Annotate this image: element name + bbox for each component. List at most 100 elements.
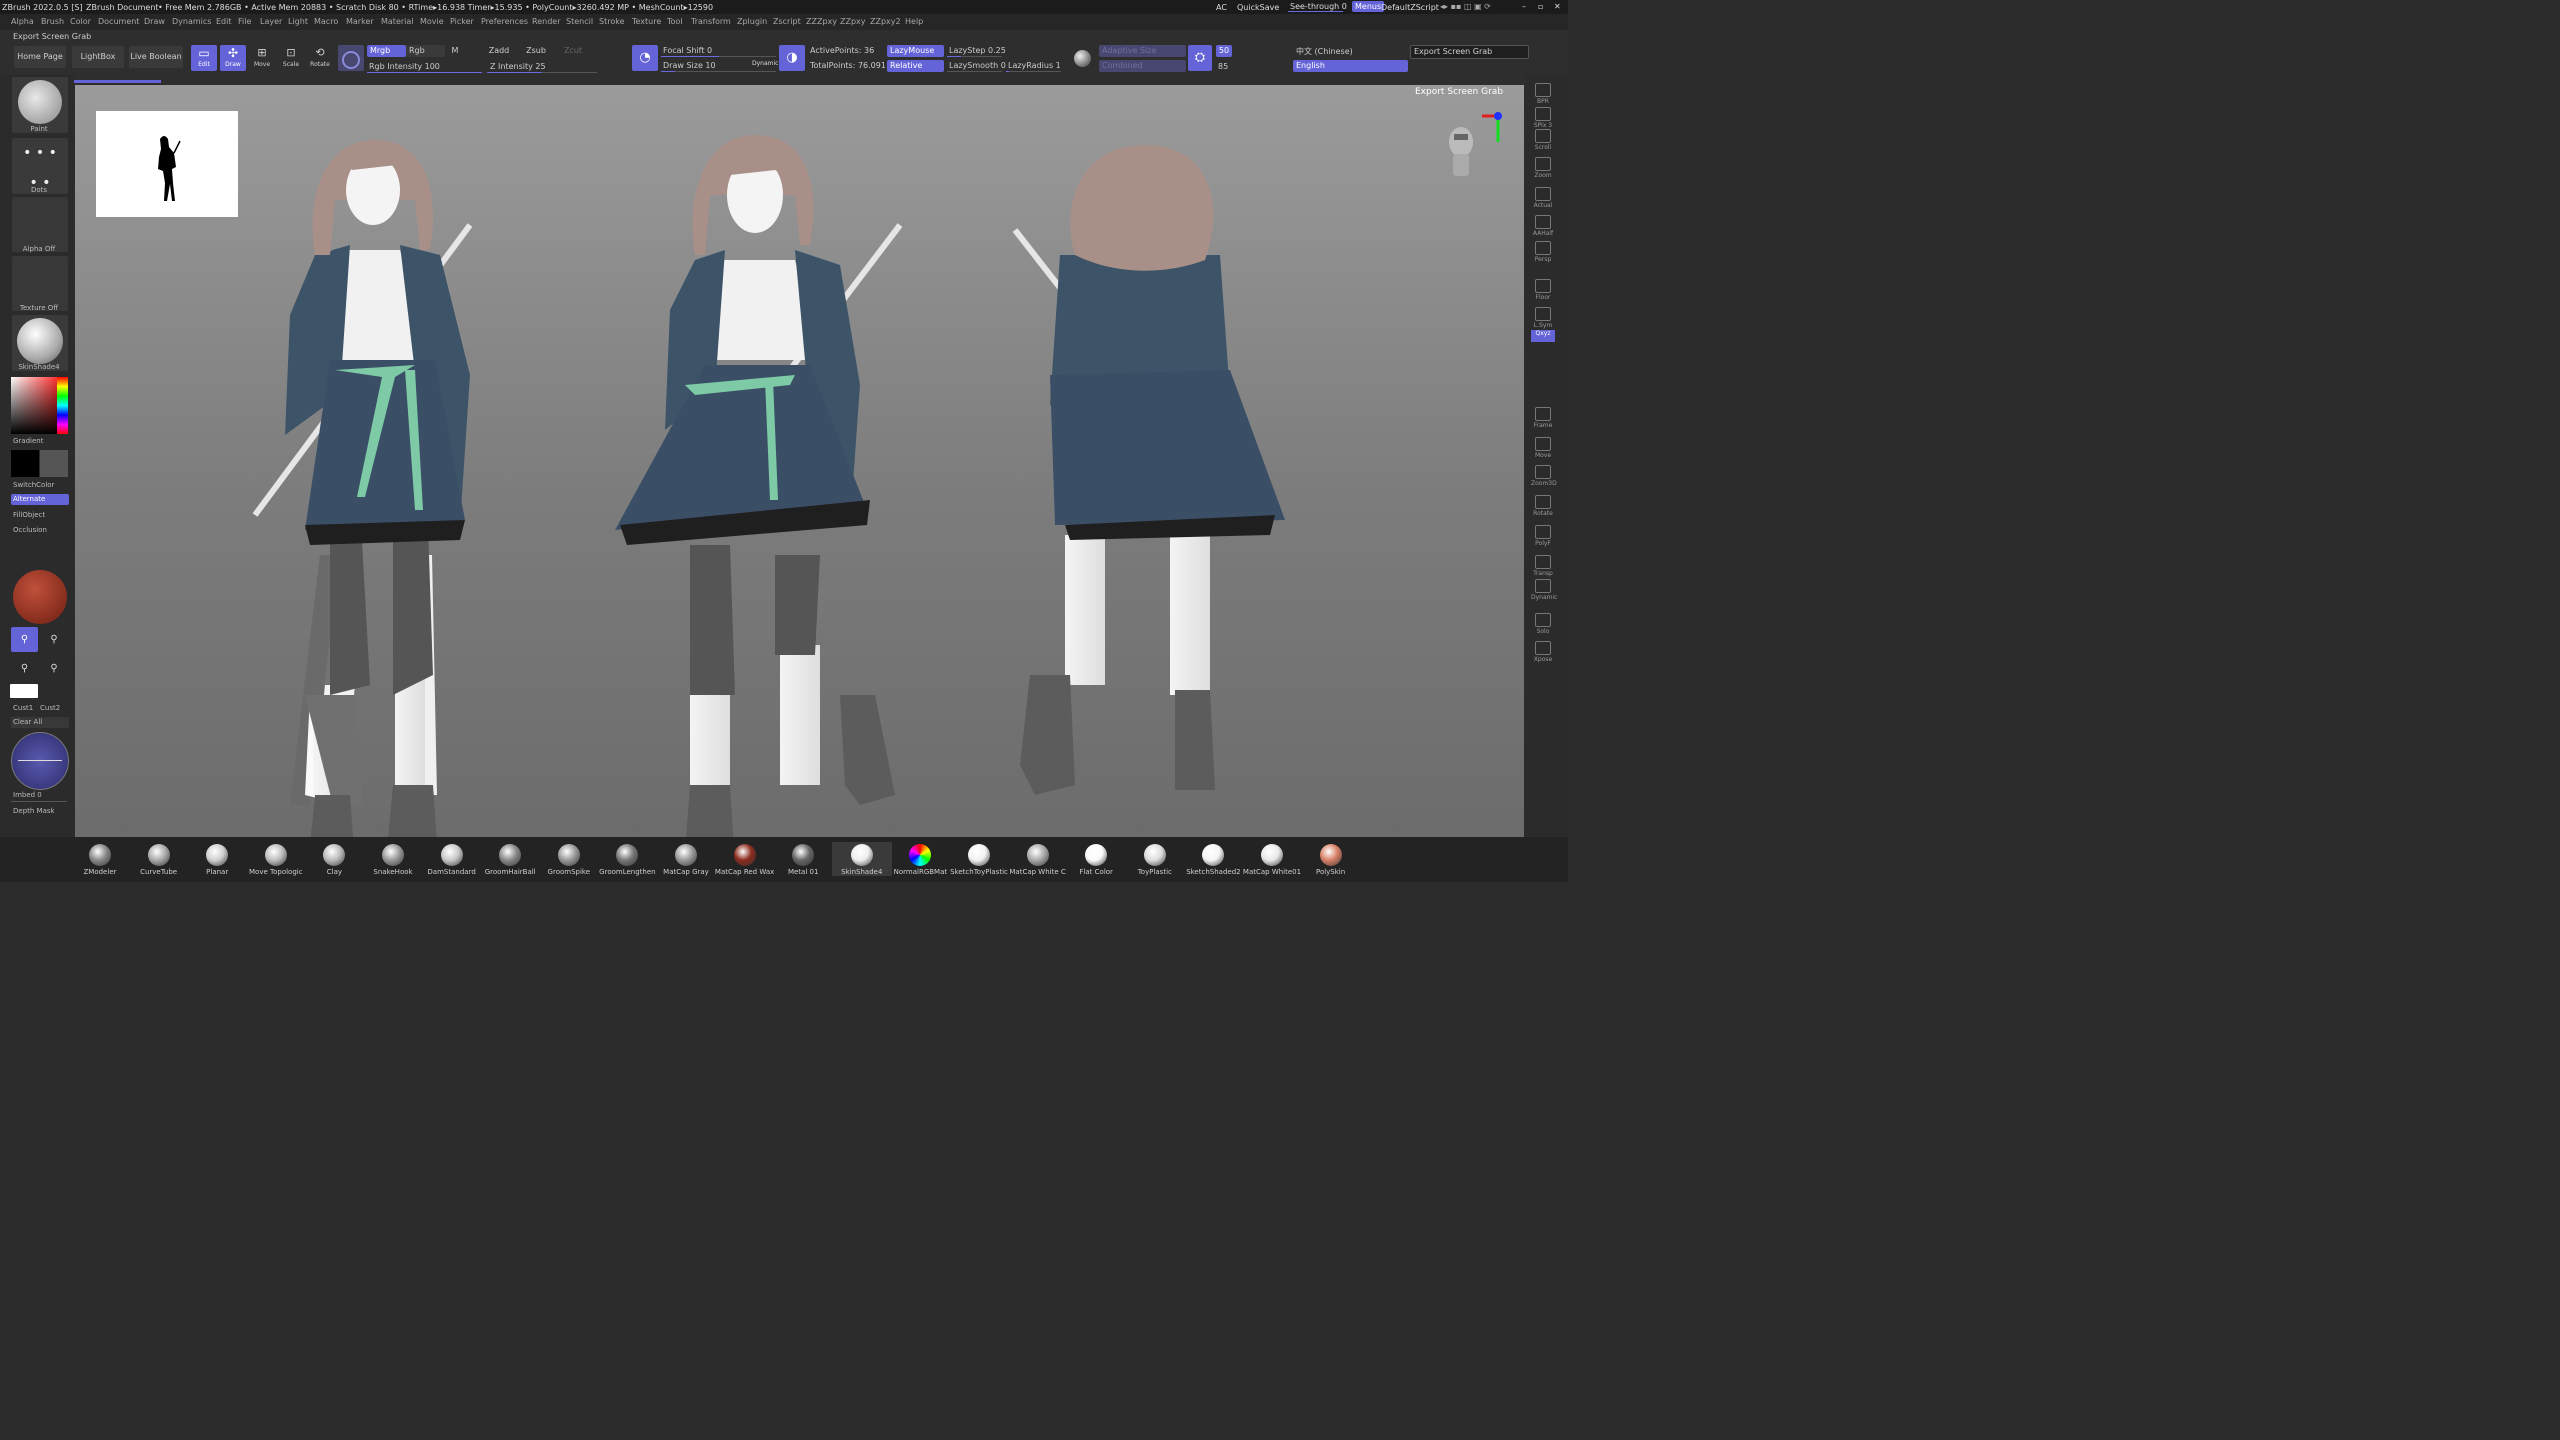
see-through-slider[interactable]: See-through 0: [1290, 2, 1347, 11]
menu-preferences[interactable]: Preferences: [481, 17, 528, 26]
shelf-item-sketchshaded2[interactable]: SketchShaded2: [1183, 842, 1243, 876]
light-bulb-icon[interactable]: ⚲: [42, 656, 66, 681]
menu-document[interactable]: Document: [98, 17, 139, 26]
menu-texture[interactable]: Texture: [632, 17, 661, 26]
edit-button[interactable]: ▭ Edit: [191, 45, 217, 71]
rightshelf-aahalf[interactable]: AAHalf: [1531, 214, 1555, 240]
language-chinese[interactable]: 中文 (Chinese): [1296, 46, 1353, 57]
material-color-icon[interactable]: [338, 45, 364, 71]
menu-help[interactable]: Help: [905, 17, 923, 26]
menu-zzpxy2[interactable]: ZZpxy2: [870, 17, 901, 26]
draw-size-slider[interactable]: Draw Size 10: [663, 61, 716, 70]
light-color-swatch[interactable]: [10, 684, 38, 698]
shelf-item-move-topologic[interactable]: Move Topologic: [246, 842, 306, 876]
lazyradius-slider[interactable]: LazyRadius 1: [1008, 61, 1061, 70]
shelf-item-groomspike[interactable]: GroomSpike: [539, 842, 599, 876]
menu-macro[interactable]: Macro: [314, 17, 338, 26]
draw-button[interactable]: ✣ Draw: [220, 45, 246, 71]
rightshelf-zoom3d[interactable]: Zoom3D: [1531, 464, 1557, 490]
menu-zscript[interactable]: Zscript: [773, 17, 801, 26]
value-50[interactable]: 50: [1216, 45, 1232, 57]
transpose-icon[interactable]: ◑: [779, 45, 805, 71]
menu-light[interactable]: Light: [288, 17, 308, 26]
adaptive-size-button[interactable]: Adaptive Size: [1099, 45, 1186, 57]
shelf-item-matcap-white-c[interactable]: MatCap White C: [1008, 842, 1068, 876]
lazymouse-button[interactable]: LazyMouse: [887, 45, 944, 57]
light-sphere[interactable]: [13, 570, 67, 624]
fillobject-button[interactable]: FillObject: [13, 511, 71, 519]
menu-marker[interactable]: Marker: [346, 17, 374, 26]
menu-file[interactable]: File: [238, 17, 251, 26]
rightshelf-persp[interactable]: Persp: [1531, 240, 1555, 266]
shelf-item-skinshade4[interactable]: SkinShade4: [831, 842, 892, 876]
zadd-button[interactable]: Zadd: [484, 45, 514, 57]
rightshelf-rotate[interactable]: Rotate: [1531, 494, 1555, 520]
shelf-item-matcap-red-wax[interactable]: MatCap Red Wax: [715, 842, 775, 876]
dynamic-button[interactable]: Dynamic: [752, 60, 778, 67]
shelf-item-planar[interactable]: Planar: [187, 842, 247, 876]
menu-layer[interactable]: Layer: [260, 17, 282, 26]
move-button[interactable]: ⊞ Move: [250, 45, 274, 71]
minimize-icon[interactable]: –: [1522, 2, 1526, 11]
depth-mask-button[interactable]: Depth Mask: [13, 807, 71, 815]
menu-color[interactable]: Color: [70, 17, 91, 26]
export-screen-grab-button[interactable]: Export Screen Grab: [1410, 45, 1529, 59]
rgb-intensity-slider[interactable]: Rgb Intensity 100: [369, 62, 440, 71]
rightshelf-l-sym[interactable]: L.Sym: [1531, 306, 1555, 332]
combined-button[interactable]: Combined: [1099, 60, 1186, 72]
rightshelf-xpose[interactable]: Xpose: [1531, 640, 1555, 666]
menu-transform[interactable]: Transform: [691, 17, 731, 26]
shelf-item-normalrgbmat[interactable]: NormalRGBMat: [890, 842, 950, 876]
scale-button[interactable]: ⊡ Scale: [279, 45, 303, 71]
lightbox-button[interactable]: LightBox: [72, 46, 124, 68]
shelf-item-polyskin[interactable]: PolySkin: [1301, 842, 1361, 876]
alternate-button[interactable]: Alternate: [11, 494, 69, 505]
default-zscript-button[interactable]: DefaultZScript: [1381, 3, 1439, 12]
rightshelf-dynamic[interactable]: Dynamic: [1531, 578, 1557, 604]
shelf-item-zmodeler[interactable]: ZModeler: [70, 842, 130, 876]
z-intensity-slider[interactable]: Z Intensity 25: [490, 62, 546, 71]
menu-zplugin[interactable]: Zplugin: [737, 17, 767, 26]
shelf-item-groomlengthen[interactable]: GroomLengthen: [597, 842, 657, 876]
menu-material[interactable]: Material: [381, 17, 414, 26]
shelf-item-sketchtoyplastic[interactable]: SketchToyPlastic: [949, 842, 1009, 876]
zsub-button[interactable]: Zsub: [521, 45, 551, 57]
shelf-item-damstandard[interactable]: DamStandard: [422, 842, 482, 876]
menu-tool[interactable]: Tool: [667, 17, 683, 26]
occlusion-button[interactable]: Occlusion: [13, 526, 71, 534]
window-icons[interactable]: ◂▸ ▪▪ ◫ ▣ ⟳: [1440, 2, 1491, 11]
imbed-slider[interactable]: Imbed 0: [13, 791, 71, 799]
relative-button[interactable]: Relative: [887, 60, 944, 72]
main-color-swatch[interactable]: [11, 450, 39, 477]
m-button[interactable]: M: [445, 45, 465, 57]
switchcolor-button[interactable]: SwitchColor: [13, 481, 71, 489]
rightshelf-actual[interactable]: Actual: [1531, 186, 1555, 212]
shelf-item-clay[interactable]: Clay: [304, 842, 364, 876]
focal-shift-slider[interactable]: Focal Shift 0: [663, 46, 712, 55]
menu-alpha[interactable]: Alpha: [11, 17, 34, 26]
light-bulb-icon[interactable]: ⚲: [42, 627, 66, 652]
rightshelf-scroll[interactable]: Scroll: [1531, 128, 1555, 154]
menus-toggle[interactable]: Menus: [1352, 1, 1385, 12]
rightshelf-qxyz[interactable]: Qxyz: [1531, 330, 1555, 342]
menu-render[interactable]: Render: [532, 17, 560, 26]
menu-stencil[interactable]: Stencil: [566, 17, 593, 26]
rightshelf-zoom[interactable]: Zoom: [1531, 156, 1555, 182]
shelf-item-groomhairball[interactable]: GroomHairBall: [480, 842, 540, 876]
texture-slot[interactable]: [12, 256, 68, 311]
live-boolean-button[interactable]: Live Boolean: [129, 46, 183, 68]
shelf-item-matcap-white01[interactable]: MatCap White01: [1242, 842, 1302, 876]
maximize-icon[interactable]: ▫: [1538, 2, 1543, 11]
menu-brush[interactable]: Brush: [41, 17, 64, 26]
hue-strip[interactable]: [57, 377, 68, 434]
shelf-item-matcap-gray[interactable]: MatCap Gray: [656, 842, 716, 876]
zcut-button[interactable]: Zcut: [558, 45, 588, 57]
mrgb-button[interactable]: Mrgb: [367, 45, 406, 57]
rotate-button[interactable]: ⟲ Rotate: [308, 45, 332, 71]
menu-stroke[interactable]: Stroke: [599, 17, 625, 26]
shelf-item-flat-color[interactable]: Flat Color: [1066, 842, 1126, 876]
rightshelf-frame[interactable]: Frame: [1531, 406, 1555, 432]
camera-icon[interactable]: ⛭: [1188, 45, 1212, 71]
menu-draw[interactable]: Draw: [144, 17, 165, 26]
color-picker[interactable]: [11, 377, 68, 434]
